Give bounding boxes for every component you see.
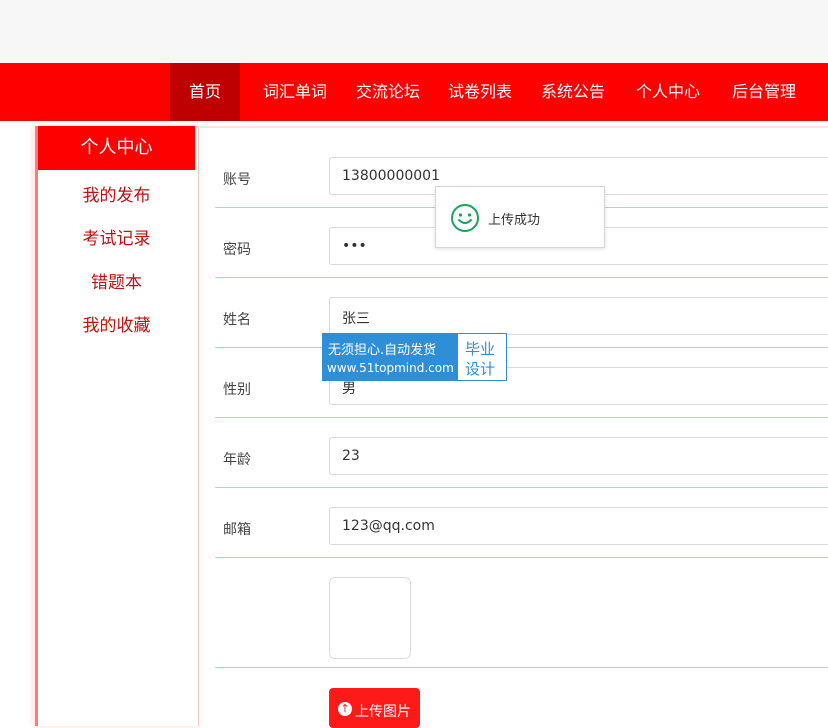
nav-exam-list[interactable]: 试卷列表	[448, 63, 512, 121]
gender-label: 性别	[223, 382, 251, 398]
sidebar-item-my-posts[interactable]: 我的发布	[38, 181, 195, 206]
row-divider	[215, 487, 828, 488]
avatar-image-preview	[329, 577, 411, 659]
email-field[interactable]: 123@qq.com	[329, 507, 828, 545]
row-divider	[215, 667, 828, 668]
upload-icon: ↑	[338, 702, 352, 716]
nav-home[interactable]: 首页	[170, 63, 240, 121]
name-label: 姓名	[223, 312, 251, 328]
watermark-right2: 设计	[465, 360, 496, 378]
row-divider	[215, 417, 828, 418]
content-top-divider	[195, 126, 828, 128]
nav-forum[interactable]: 交流论坛	[356, 63, 420, 121]
watermark-line1: 无须担心.自动发货	[328, 343, 437, 358]
age-field[interactable]: 23	[329, 437, 828, 475]
name-field[interactable]: 张三	[329, 297, 828, 335]
age-value: 23	[342, 448, 360, 464]
sidebar: 个人中心 我的发布 考试记录 错题本 我的收藏	[35, 126, 199, 726]
gender-value: 男	[342, 381, 356, 397]
top-blank-bar	[0, 0, 828, 63]
row-divider	[215, 347, 828, 348]
watermark-left-panel: 无须担心.自动发货 www.51topmind.com	[323, 334, 458, 380]
sidebar-title[interactable]: 个人中心	[38, 126, 195, 170]
email-label: 邮箱	[223, 522, 251, 538]
upload-button-label: 上传图片	[355, 704, 411, 720]
nav-vocabulary[interactable]: 词汇单词	[263, 63, 327, 121]
row-divider	[215, 557, 828, 558]
row-divider	[215, 277, 828, 278]
name-value: 张三	[342, 311, 370, 327]
upload-image-button[interactable]: ↑ 上传图片	[329, 688, 420, 728]
watermark-badge: 无须担心.自动发货 www.51topmind.com 毕业 设计	[322, 333, 507, 381]
watermark-line2: www.51topmind.com	[327, 361, 454, 375]
nav-announcements[interactable]: 系统公告	[541, 63, 605, 121]
nav-personal-center[interactable]: 个人中心	[636, 63, 700, 121]
password-value: •••	[342, 238, 367, 254]
sidebar-item-wrong-questions[interactable]: 错题本	[38, 268, 195, 293]
smile-icon	[451, 204, 479, 232]
nav-admin[interactable]: 后台管理	[732, 63, 796, 121]
email-value: 123@qq.com	[342, 518, 435, 534]
account-label: 账号	[223, 172, 251, 188]
toast-text: 上传成功	[488, 213, 541, 228]
sidebar-item-favorites[interactable]: 我的收藏	[38, 311, 195, 336]
main-nav: 首页 词汇单词 交流论坛 试卷列表 系统公告 个人中心 后台管理	[0, 63, 828, 121]
toast-message: 上传成功	[435, 186, 605, 248]
password-label: 密码	[223, 242, 251, 258]
age-label: 年龄	[223, 452, 251, 468]
sidebar-item-exam-records[interactable]: 考试记录	[38, 224, 195, 249]
watermark-right1: 毕业	[465, 340, 496, 358]
account-value: 13800000001	[342, 168, 440, 184]
